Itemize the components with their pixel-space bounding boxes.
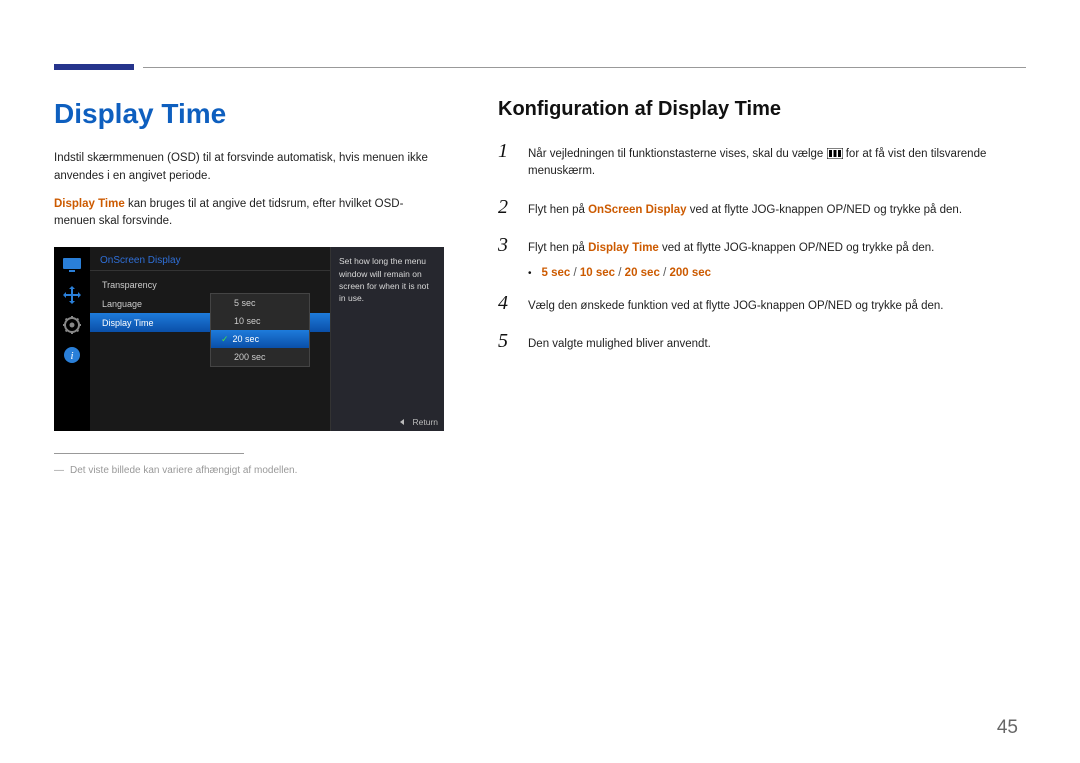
options-bullet: • 5 sec / 10 sec / 20 sec / 200 sec xyxy=(528,267,1026,279)
step-3: 3 Flyt hen på Display Time ved at flytte… xyxy=(498,235,1026,257)
monitor-icon xyxy=(62,255,82,275)
description-text: Display Time kan bruges til at angive de… xyxy=(54,196,444,232)
osd-sub-5sec: 5 sec xyxy=(211,294,309,312)
display-time-label: Display Time xyxy=(54,198,125,210)
footnote: ― Det viste billede kan variere afhængig… xyxy=(54,464,444,478)
osd-return: Return xyxy=(398,417,438,427)
onscreen-display-label: OnScreen Display xyxy=(588,204,686,216)
step-number: 1 xyxy=(498,141,514,161)
info-icon: i xyxy=(62,345,82,365)
bullet-icon: • xyxy=(528,268,532,279)
osd-sub-20sec: ✓20 sec xyxy=(211,330,309,348)
step-number: 4 xyxy=(498,293,514,313)
footnote-dash: ― xyxy=(54,464,64,478)
display-time-label: Display Time xyxy=(588,242,659,254)
osd-sidebar: i xyxy=(54,247,90,431)
step-number: 3 xyxy=(498,235,514,255)
step-2: 2 Flyt hen på OnScreen Display ved at fl… xyxy=(498,197,1026,219)
osd-sub-10sec: 10 sec xyxy=(211,312,309,330)
svg-text:i: i xyxy=(70,350,73,362)
menu-grid-icon xyxy=(827,148,843,159)
step-1: 1 Når vejledningen til funktionstasterne… xyxy=(498,141,1026,181)
checkmark-icon: ✓ xyxy=(221,334,229,345)
osd-sub-200sec: 200 sec xyxy=(211,348,309,366)
move-icon xyxy=(62,285,82,305)
section-heading: Konfiguration af Display Time xyxy=(498,98,1026,121)
osd-help-text: Set how long the menu window will remain… xyxy=(339,255,436,304)
osd-submenu: 5 sec 10 sec ✓20 sec 200 sec xyxy=(210,293,310,367)
header-accent-bar xyxy=(54,64,134,70)
step-number: 5 xyxy=(498,331,514,351)
page-title: Display Time xyxy=(54,98,444,130)
osd-main-panel: OnScreen Display Transparency On Languag… xyxy=(90,247,444,431)
header-rule xyxy=(143,67,1026,68)
gear-icon xyxy=(62,315,82,335)
return-arrow-icon xyxy=(398,418,406,426)
time-options: 5 sec / 10 sec / 20 sec / 200 sec xyxy=(542,267,712,279)
step-4: 4 Vælg den ønskede funktion ved at flytt… xyxy=(498,293,1026,315)
osd-screenshot: i OnScreen Display Transparency On Langu… xyxy=(54,247,444,431)
osd-help-panel: Set how long the menu window will remain… xyxy=(330,247,444,431)
intro-text: Indstil skærmmenuen (OSD) til at forsvin… xyxy=(54,150,444,186)
page-number: 45 xyxy=(997,717,1018,739)
step-number: 2 xyxy=(498,197,514,217)
footnote-rule xyxy=(54,453,244,454)
step-5: 5 Den valgte mulighed bliver anvendt. xyxy=(498,331,1026,353)
